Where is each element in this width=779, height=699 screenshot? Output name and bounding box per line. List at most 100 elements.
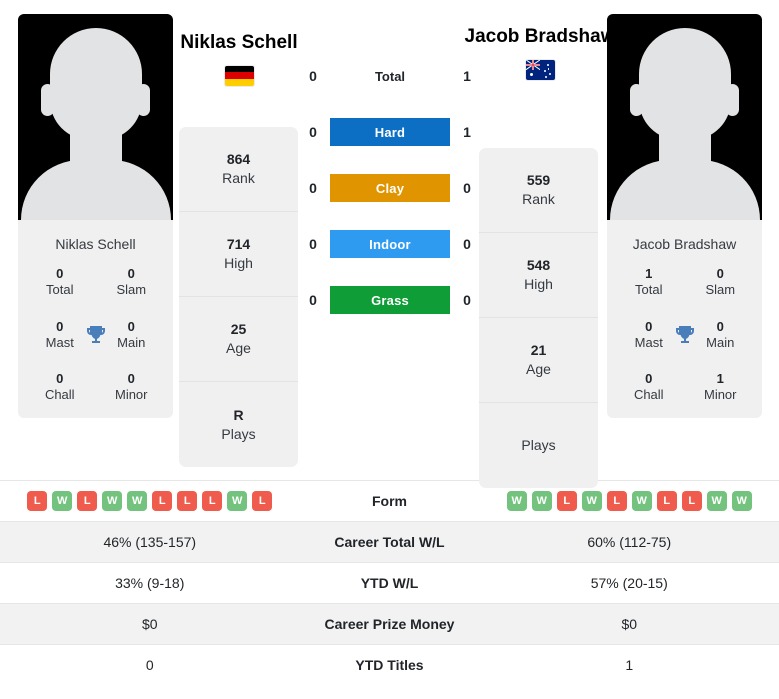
- avatar-ear-right-shape: [726, 84, 739, 116]
- form-badge-w[interactable]: W: [227, 491, 248, 511]
- avatar-ear-right-shape: [137, 84, 150, 116]
- row-label-form: Form: [372, 493, 407, 509]
- trophy-icon: [86, 325, 105, 343]
- title-stat: 0 Slam: [96, 266, 168, 299]
- table-row-ytd-titles: 0 YTD Titles 1: [0, 644, 779, 686]
- surface-badge-indoor[interactable]: Indoor: [330, 230, 450, 258]
- h2h-row-clay: 0 Clay 0: [300, 174, 480, 202]
- row-label-career-prize-money: Career Prize Money: [324, 616, 455, 632]
- table-row-ytd-wl: 33% (9-18) YTD W/L 57% (20-15): [0, 562, 779, 604]
- star-shape: [546, 63, 550, 67]
- title-value: 0: [716, 266, 724, 281]
- right-value: 1: [625, 657, 634, 674]
- left-value: 33% (9-18): [115, 575, 185, 591]
- h2h-right-score: 0: [463, 180, 471, 196]
- title-value: 0: [127, 266, 135, 281]
- title-label: Minor: [114, 387, 148, 403]
- form-badge-w[interactable]: W: [731, 491, 752, 511]
- right-titles-grid: 1 Total 0 Slam 0 Mast 0 Main 0 Chall 1 M…: [613, 266, 756, 404]
- star-shape: [547, 68, 550, 70]
- star-shape: [548, 72, 552, 76]
- form-badge-w[interactable]: W: [102, 491, 123, 511]
- form-badge-l[interactable]: L: [177, 491, 198, 511]
- form-badge-w[interactable]: W: [52, 491, 73, 511]
- h2h-label-total: Total: [374, 68, 406, 84]
- form-badge-l[interactable]: L: [77, 491, 98, 511]
- form-badge-l[interactable]: L: [152, 491, 173, 511]
- h2h-left-score: 0: [309, 124, 317, 140]
- title-stat: 0 Chall: [24, 371, 96, 404]
- form-badge-l[interactable]: L: [656, 491, 677, 511]
- h2h-left-score: 0: [309, 292, 317, 308]
- page-title-right-player: Jacob Bradshaw: [464, 26, 616, 47]
- form-badge-w[interactable]: W: [581, 491, 602, 511]
- form-badge-l[interactable]: L: [27, 491, 48, 511]
- title-value: 1: [645, 266, 653, 281]
- stat-label: Plays: [521, 437, 556, 454]
- left-value: $0: [141, 616, 158, 632]
- player-comparison-header: Niklas Schell 0 Total 0 Slam 0 Mast 0 Ma…: [0, 0, 779, 488]
- h2h-left-score: 0: [309, 236, 317, 252]
- stat-value: 25: [230, 321, 247, 338]
- stat-label: Plays: [221, 425, 256, 442]
- stat-row: 21 Age: [479, 318, 598, 403]
- form-badge-w[interactable]: W: [706, 491, 727, 511]
- form-badge-l[interactable]: L: [681, 491, 702, 511]
- h2h-left-score: 0: [309, 180, 317, 196]
- title-label: Total: [46, 282, 74, 298]
- stat-value: 559: [526, 172, 551, 189]
- title-value: 0: [56, 371, 64, 386]
- stat-value: 548: [526, 257, 551, 274]
- form-badge-w[interactable]: W: [631, 491, 652, 511]
- title-stat: 0 Total: [24, 266, 96, 299]
- right-player-titles-card: Jacob Bradshaw 1 Total 0 Slam 0 Mast 0 M…: [607, 220, 762, 418]
- title-stat: 1 Minor: [685, 371, 757, 404]
- h2h-row-hard: 0 Hard 1: [300, 118, 480, 146]
- stat-label: Rank: [222, 170, 255, 186]
- h2h-right-score: 0: [463, 236, 471, 252]
- trophy-icon: [675, 325, 694, 343]
- form-badge-l[interactable]: L: [252, 491, 273, 511]
- stat-value: 864: [226, 151, 251, 168]
- title-label: Chall: [633, 387, 664, 403]
- avatar-head-shape: [638, 28, 731, 140]
- surface-badge-grass[interactable]: Grass: [330, 286, 450, 314]
- title-value: 0: [127, 371, 135, 386]
- form-badge-l[interactable]: L: [202, 491, 223, 511]
- left-player-card: Niklas Schell 0 Total 0 Slam 0 Mast 0 Ma…: [18, 14, 173, 418]
- star-shape: [543, 69, 547, 73]
- avatar-ear-left-shape: [630, 84, 643, 116]
- title-stat: 0 Chall: [613, 371, 685, 404]
- h2h-left-score: 0: [309, 68, 317, 84]
- stat-row: Plays: [479, 403, 598, 488]
- form-badge-l[interactable]: L: [556, 491, 577, 511]
- commonwealth-star-shape: [529, 72, 534, 77]
- avatar-ear-left-shape: [41, 84, 54, 116]
- row-label-career-total-wl: Career Total W/L: [334, 534, 445, 550]
- title-stat: 0 Minor: [96, 371, 168, 404]
- surface-badge-hard[interactable]: Hard: [330, 118, 450, 146]
- title-value: 0: [645, 371, 653, 386]
- form-badge-w[interactable]: W: [531, 491, 552, 511]
- form-badge-l[interactable]: L: [606, 491, 627, 511]
- form-badge-w[interactable]: W: [506, 491, 527, 511]
- right-value: 60% (112-75): [587, 534, 672, 550]
- form-badge-w[interactable]: W: [127, 491, 148, 511]
- row-label-ytd-titles: YTD Titles: [355, 657, 424, 674]
- stat-row: 548 High: [479, 233, 598, 318]
- right-value: 57% (20-15): [590, 575, 668, 591]
- flag-germany-icon: [224, 65, 254, 86]
- right-form-badges: WWLWLWLLWW: [480, 491, 779, 511]
- stat-row: 25 Age: [179, 297, 298, 382]
- left-player-titles-card: Niklas Schell 0 Total 0 Slam 0 Mast 0 Ma…: [18, 220, 173, 418]
- right-player-stats-card: 559 Rank 548 High 21 Age Plays: [479, 148, 598, 488]
- right-player-card: Jacob Bradshaw 1 Total 0 Slam 0 Mast 0 M…: [607, 14, 762, 418]
- avatar-body-shape: [20, 160, 171, 220]
- h2h-row-grass: 0 Grass 0: [300, 286, 480, 314]
- flag-australia-icon: [525, 59, 555, 80]
- right-player-heading: Jacob Bradshaw: [455, 26, 625, 80]
- stat-label: Age: [526, 361, 551, 377]
- surface-badge-clay[interactable]: Clay: [330, 174, 450, 202]
- title-label: Total: [635, 282, 663, 298]
- h2h-row-total: 0 Total 1: [300, 62, 480, 90]
